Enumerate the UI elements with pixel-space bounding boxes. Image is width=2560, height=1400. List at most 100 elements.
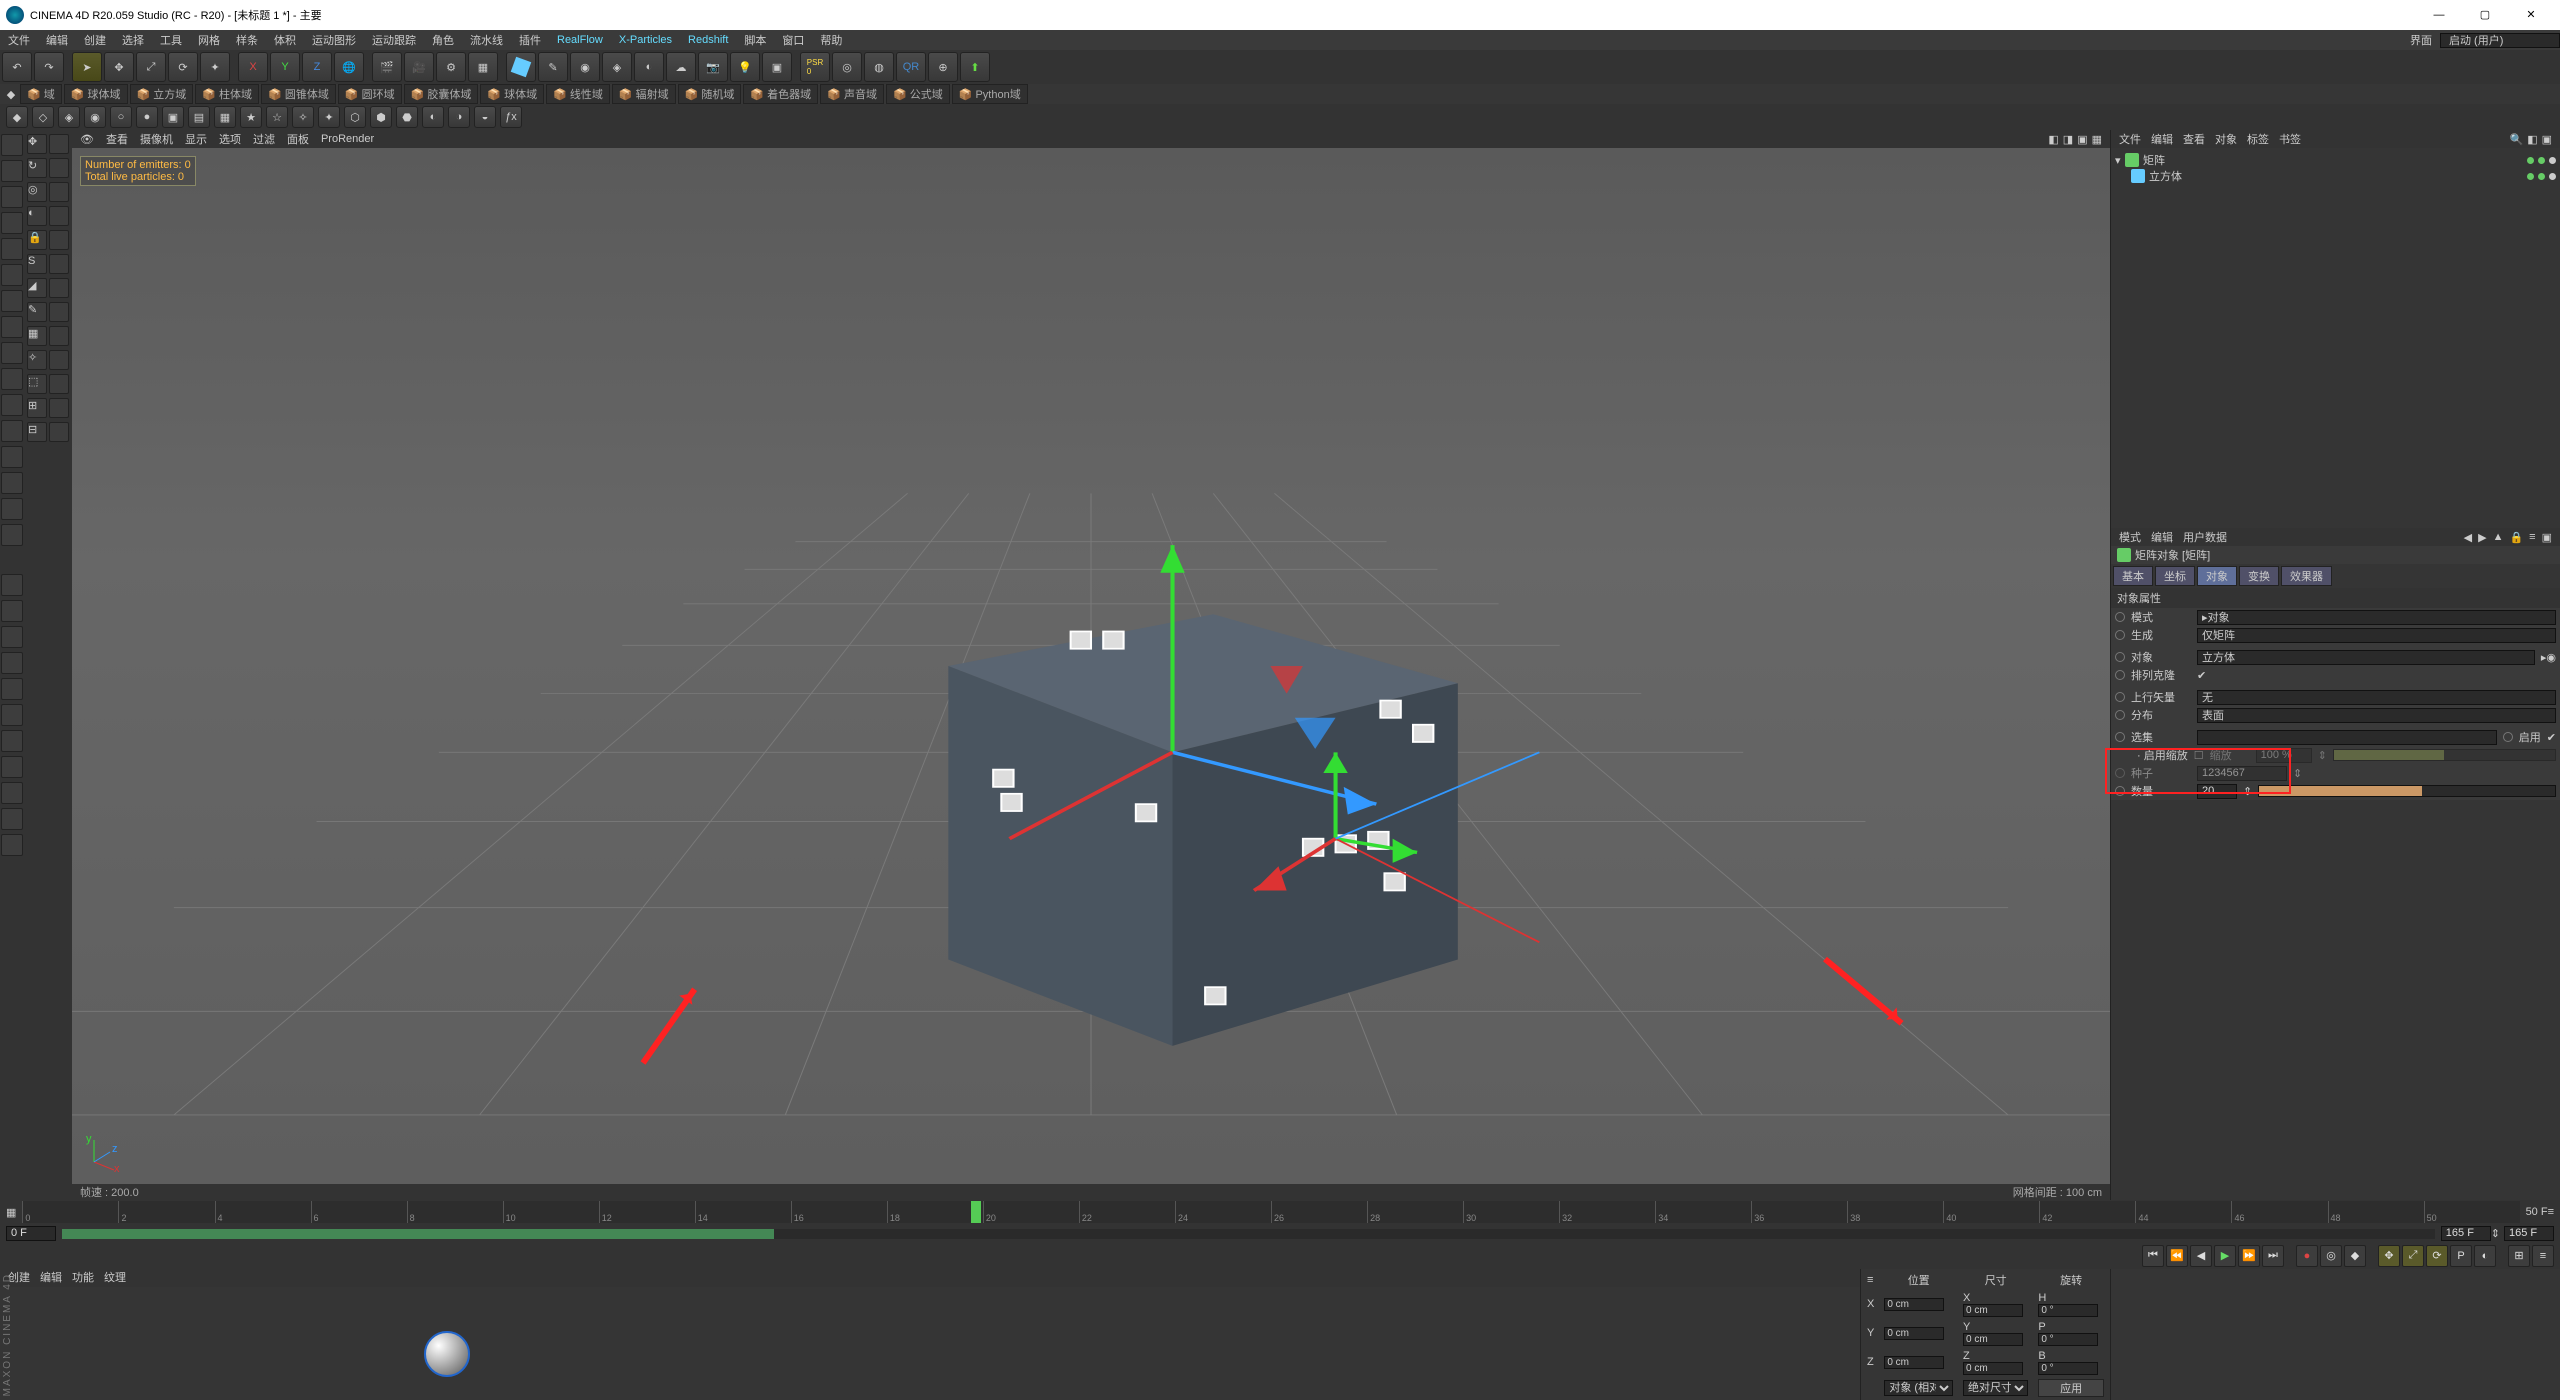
light-button[interactable]: 💡: [730, 52, 760, 82]
render-settings-button[interactable]: ⚙: [436, 52, 466, 82]
attr-generate-dropdown[interactable]: 仅矩阵: [2197, 628, 2556, 643]
field-tab-圆环域[interactable]: 📦 圆环域: [338, 84, 402, 104]
tool-btn-1[interactable]: ◎: [832, 52, 862, 82]
range-start-field[interactable]: 0 F: [6, 1226, 56, 1241]
workplane-mode-button[interactable]: [1, 186, 23, 208]
object-manager[interactable]: ▾矩阵立方体: [2111, 148, 2560, 528]
attr-distribution-dropdown[interactable]: 表面: [2197, 708, 2556, 723]
tool2-7a[interactable]: ✎: [27, 302, 47, 322]
field-tab-线性域[interactable]: 📦 线性域: [546, 84, 610, 104]
palette-btn-o[interactable]: [1, 808, 23, 830]
menu-角色[interactable]: 角色: [424, 32, 462, 48]
record-rot-button[interactable]: ⟳: [2426, 1245, 2448, 1267]
record-scale-button[interactable]: ⤢: [2402, 1245, 2424, 1267]
toolbar3-btn-0[interactable]: ◆: [6, 106, 28, 128]
am-layout-icon[interactable]: ▣: [2542, 531, 2552, 544]
autokey-button[interactable]: ◎: [2320, 1245, 2342, 1267]
timeline-mode-icon[interactable]: ▦: [6, 1206, 16, 1219]
tool2-6b[interactable]: [49, 278, 69, 298]
tool2-4b[interactable]: [49, 230, 69, 250]
tool2-3b[interactable]: [49, 206, 69, 226]
attr-align-checkbox[interactable]: ✔: [2197, 669, 2206, 682]
attr-scale-checkbox[interactable]: ☐: [2194, 749, 2204, 762]
coord-Z-pos[interactable]: [1884, 1356, 1944, 1369]
field-tab-胶囊体域[interactable]: 📦 胶囊体域: [404, 84, 479, 104]
time-range-bar[interactable]: 0 F 165 F⇕ 165 F: [0, 1225, 2560, 1243]
toolbar3-btn-11[interactable]: ✧: [292, 106, 314, 128]
ommenu-对象[interactable]: 对象: [2215, 131, 2237, 147]
play-forward-button[interactable]: ▶: [2214, 1245, 2236, 1267]
palette-btn-j[interactable]: [1, 678, 23, 700]
toolbar3-btn-16[interactable]: ◐: [422, 106, 444, 128]
toolbar3-btn-19[interactable]: ƒx: [500, 106, 522, 128]
timeline-config-button[interactable]: ≡: [2532, 1245, 2554, 1267]
render-view-button[interactable]: 🎬: [372, 52, 402, 82]
tool2-9a[interactable]: ✧: [27, 350, 47, 370]
tool2-12a[interactable]: ⊟: [27, 422, 47, 442]
om-search-icon[interactable]: 🔍: [2509, 133, 2523, 146]
ammenu-模式[interactable]: 模式: [2119, 529, 2141, 545]
vpmenu-选项[interactable]: 选项: [219, 131, 241, 147]
coord-Z-rot[interactable]: [2038, 1362, 2098, 1375]
field-tab-圆锥体域[interactable]: 📦 圆锥体域: [261, 84, 336, 104]
toolbar3-btn-13[interactable]: ⬡: [344, 106, 366, 128]
menu-运动跟踪[interactable]: 运动跟踪: [364, 32, 424, 48]
subdivision-button[interactable]: ◉: [570, 52, 600, 82]
palette-btn-n[interactable]: [1, 782, 23, 804]
attr-mode-dropdown[interactable]: ▸ 对象: [2197, 610, 2556, 625]
amtab-坐标[interactable]: 坐标: [2155, 566, 2195, 586]
vpmenu-查看[interactable]: 查看: [106, 131, 128, 147]
tool2-3a[interactable]: ◐: [27, 206, 47, 226]
attr-object-pick-icon[interactable]: ▸◉: [2541, 651, 2556, 664]
model-mode-button[interactable]: [1, 134, 23, 156]
matmenu-编辑[interactable]: 编辑: [40, 1269, 62, 1287]
toolbar3-btn-10[interactable]: ☆: [266, 106, 288, 128]
ammenu-用户数据[interactable]: 用户数据: [2183, 529, 2227, 545]
vpmenu-显示[interactable]: 显示: [185, 131, 207, 147]
timeline-menu-icon[interactable]: ≡: [2548, 1206, 2554, 1218]
menu-创建[interactable]: 创建: [76, 32, 114, 48]
primitive-cube-button[interactable]: [506, 52, 536, 82]
toolbar3-btn-14[interactable]: ⬢: [370, 106, 392, 128]
environment-button[interactable]: ☁: [666, 52, 696, 82]
range-end2-field[interactable]: 165 F: [2504, 1226, 2554, 1241]
menu-RealFlow[interactable]: RealFlow: [549, 34, 611, 46]
record-button[interactable]: ●: [2296, 1245, 2318, 1267]
menu-X-Particles[interactable]: X-Particles: [611, 34, 680, 46]
record-pla-button[interactable]: ◐: [2474, 1245, 2496, 1267]
palette-btn-h[interactable]: [1, 626, 23, 648]
menu-流水线[interactable]: 流水线: [462, 32, 511, 48]
record-pos-button[interactable]: ✥: [2378, 1245, 2400, 1267]
undo-button[interactable]: ↶: [2, 52, 32, 82]
tool2-9b[interactable]: [49, 350, 69, 370]
amtab-效果器[interactable]: 效果器: [2281, 566, 2332, 586]
toolbar3-btn-7[interactable]: ▤: [188, 106, 210, 128]
make-editable-button[interactable]: [1, 394, 23, 416]
field-tab-域[interactable]: 📦 域: [20, 84, 62, 104]
tool-btn-4[interactable]: ⊕: [928, 52, 958, 82]
tweak-mode-button[interactable]: [1, 316, 23, 338]
am-nav-back-icon[interactable]: ◀: [2464, 531, 2472, 544]
field-tab-声音域[interactable]: 📦 声音域: [820, 84, 884, 104]
edge-mode-button[interactable]: [1, 238, 23, 260]
camera-button[interactable]: 📷: [698, 52, 728, 82]
field-tab-球体域[interactable]: 📦 球体域: [480, 84, 544, 104]
snapping-button[interactable]: [1, 342, 23, 364]
maximize-button[interactable]: ▢: [2462, 0, 2508, 30]
menu-工具[interactable]: 工具: [152, 32, 190, 48]
tool2-8b[interactable]: [49, 326, 69, 346]
tool2-4a[interactable]: 🔒: [27, 230, 47, 250]
menu-样条[interactable]: 样条: [228, 32, 266, 48]
toolbar3-btn-2[interactable]: ◈: [58, 106, 80, 128]
goto-start-button[interactable]: ⏮: [2142, 1245, 2164, 1267]
am-up-icon[interactable]: ▲: [2493, 531, 2504, 544]
menu-文件[interactable]: 文件: [0, 32, 38, 48]
recent-tool[interactable]: ✦: [200, 52, 230, 82]
coord-Y-rot[interactable]: [2038, 1333, 2098, 1346]
palette-btn-i[interactable]: [1, 652, 23, 674]
vp-toggle-4[interactable]: ▦: [2092, 133, 2102, 146]
tool-btn-5[interactable]: ⬆: [960, 52, 990, 82]
tool2-6a[interactable]: ◢: [27, 278, 47, 298]
field-tab-Python域[interactable]: 📦 Python域: [952, 84, 1028, 104]
am-nav-fwd-icon[interactable]: ▶: [2478, 531, 2486, 544]
